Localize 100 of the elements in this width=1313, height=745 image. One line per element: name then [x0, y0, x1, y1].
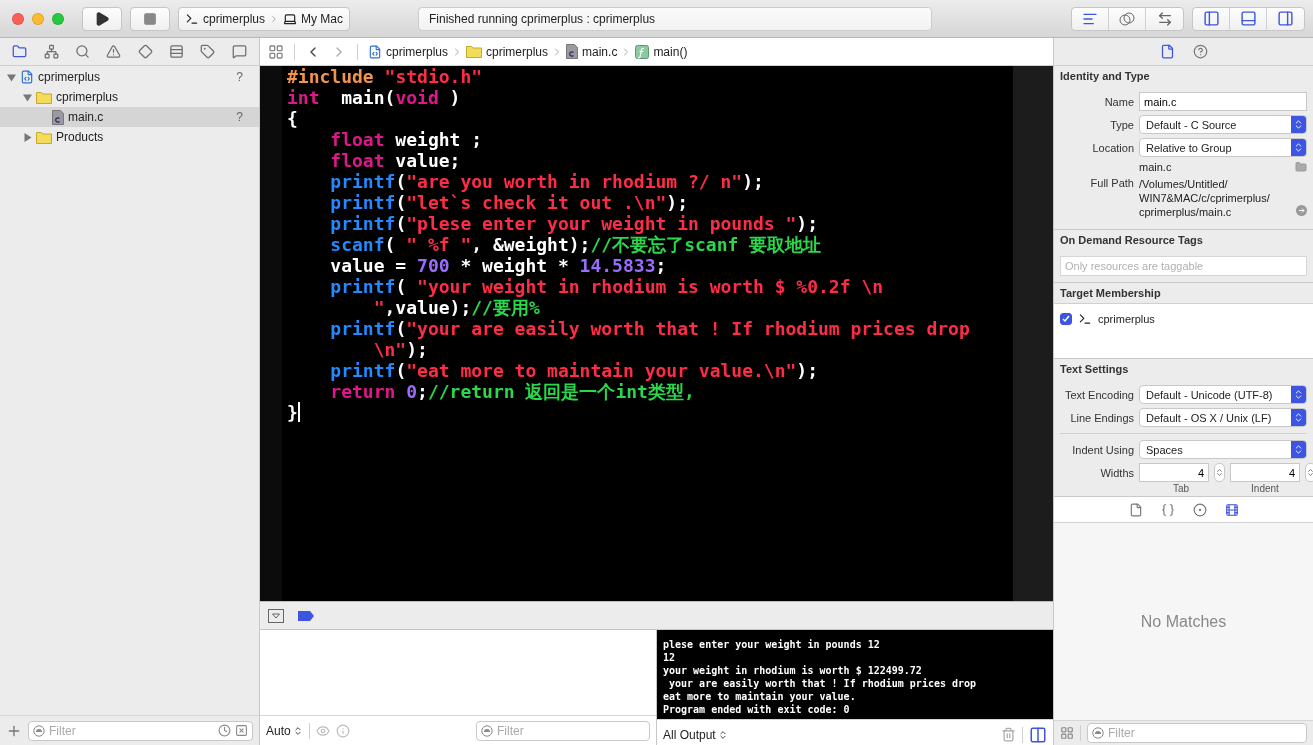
code-line: value = 700 * weight * 14.5833;: [330, 255, 668, 276]
checkbox[interactable]: [1060, 313, 1072, 325]
stepper-icon: [1293, 119, 1304, 130]
filter-input[interactable]: Filter: [497, 723, 645, 738]
grid-icon[interactable]: [1060, 726, 1074, 740]
chevron-icon: [269, 13, 279, 24]
disclosure-triangle-icon[interactable]: [22, 92, 32, 102]
jump-bar-item[interactable]: main.c: [566, 44, 618, 59]
section-title: Identity and Type: [1059, 70, 1151, 84]
tree-item[interactable]: Products: [0, 127, 259, 147]
field-label: Widths: [1099, 466, 1134, 479]
play-icon: [94, 10, 110, 27]
jump-bar-item[interactable]: cprimerplus: [466, 44, 549, 59]
library-tab[interactable]: [1224, 502, 1239, 517]
file-icon: [1128, 502, 1143, 517]
code-line: printf("your are easily worth that ! If rhodium prices drop \n");: [330, 318, 971, 360]
filter-icon: [1092, 727, 1104, 739]
hierarchy-icon: [43, 44, 59, 59]
c-file-icon: [52, 109, 64, 125]
filter-field[interactable]: Filter: [476, 720, 650, 741]
popup-button[interactable]: Spaces: [1139, 440, 1307, 459]
code-line: #include "stdio.h": [287, 66, 484, 87]
help-icon: [1192, 44, 1208, 59]
library-tab[interactable]: [1160, 502, 1175, 517]
indent-width-field[interactable]: 4: [1230, 463, 1300, 482]
disclosure-triangle-icon[interactable]: [6, 72, 16, 82]
code-line: return 0;//return 返回是一个int类型,: [330, 381, 696, 402]
scheme-selector[interactable]: cprimerplus My Mac: [178, 6, 350, 31]
full-path: /Volumes/Untitled/ WIN7&MAC/c/cprimerplus/ cprimerplus/main.c: [1139, 177, 1271, 219]
jump-bar-item[interactable]: main(): [635, 44, 688, 59]
stepper[interactable]: [1214, 463, 1225, 482]
tree-item[interactable]: cprimerplus ?: [0, 67, 259, 87]
overlapping-circles-icon: [1118, 11, 1136, 26]
project-icon: [368, 44, 382, 59]
popup-button[interactable]: Relative to Group: [1139, 138, 1307, 157]
stepper-icon: [292, 725, 303, 736]
folder-icon: [466, 45, 482, 58]
split-view-icon[interactable]: [1029, 725, 1047, 744]
library-tab[interactable]: [1128, 502, 1143, 517]
field-label: Text Encoding: [1063, 388, 1134, 401]
close-box-icon[interactable]: [235, 724, 248, 737]
stepper[interactable]: [1305, 463, 1313, 482]
folder-icon[interactable]: [1295, 161, 1307, 173]
tree-item[interactable]: cprimerplus: [0, 87, 259, 107]
jump-bar-item[interactable]: cprimerplus: [368, 44, 448, 59]
speech-bubble-icon: [231, 44, 247, 59]
filter-field[interactable]: Filter: [28, 720, 253, 741]
search-icon: [74, 44, 90, 59]
field-label: Location: [1091, 141, 1134, 154]
zoom-button[interactable]: [52, 12, 64, 25]
code-line: scanf( " %f ", &weight);//不要忘了scanf 要取地址: [330, 234, 823, 255]
output-popup[interactable]: All Output: [663, 727, 728, 742]
grid-icon[interactable]: [268, 43, 284, 60]
inspector-tab[interactable]: [1159, 44, 1175, 59]
diamond-icon: [137, 44, 153, 59]
field-label: Type: [1109, 118, 1134, 131]
stop-icon: [143, 11, 157, 26]
stepper-icon: [1293, 412, 1304, 423]
filter-field[interactable]: Filter: [1087, 723, 1307, 743]
breakpoint-icon[interactable]: [298, 610, 314, 621]
run-button[interactable]: [82, 6, 122, 31]
inspector-tab[interactable]: [1192, 44, 1208, 59]
tags-field[interactable]: Only resources are taggable: [1060, 256, 1307, 276]
function-icon: [635, 44, 650, 59]
code-line: printf("eat more to maintain your value.\n");: [330, 360, 820, 381]
scope-popup[interactable]: Auto: [266, 723, 303, 738]
code-editor[interactable]: [260, 66, 1053, 601]
left-panel-icon: [1202, 10, 1220, 27]
text-cursor: [297, 402, 300, 422]
terminal-icon: [185, 11, 199, 26]
trash-icon[interactable]: [1001, 727, 1016, 742]
folder-icon: [36, 90, 52, 104]
laptop-icon: [283, 11, 297, 26]
field-caption: Tab: [1171, 483, 1191, 494]
clock-icon[interactable]: [218, 724, 231, 737]
tree-item[interactable]: main.c ?: [0, 107, 259, 127]
file-icon: [1159, 44, 1175, 59]
arrow-circle-icon[interactable]: [1296, 205, 1307, 216]
stepper-icon: [1215, 468, 1224, 477]
tab-width-field[interactable]: 4: [1139, 463, 1209, 482]
disclosure-triangle-icon[interactable]: [22, 132, 32, 142]
library-tab[interactable]: [1192, 502, 1207, 517]
hide-debug-area-icon[interactable]: [268, 608, 284, 623]
stepper-icon: [1293, 389, 1304, 400]
popup-button[interactable]: Default - OS X / Unix (LF): [1139, 408, 1307, 427]
destination-name: My Mac: [301, 11, 343, 26]
filter-icon: [481, 724, 493, 737]
code-line: printf("are you worth in rhodium ?/ n");: [330, 171, 765, 192]
close-button[interactable]: [12, 12, 24, 25]
popup-button[interactable]: Default - C Source: [1139, 115, 1307, 134]
code-line: {: [287, 108, 299, 129]
scheme-name: cprimerplus: [203, 11, 265, 26]
film-icon: [1224, 502, 1239, 517]
name-field[interactable]: main.c: [1139, 92, 1307, 111]
code-line: float weight ;: [330, 129, 484, 150]
folder-icon: [12, 44, 28, 59]
warning-icon: [106, 44, 122, 59]
stop-button[interactable]: [130, 6, 170, 31]
popup-button[interactable]: Default - Unicode (UTF-8): [1139, 385, 1307, 404]
info-icon[interactable]: [335, 723, 350, 738]
